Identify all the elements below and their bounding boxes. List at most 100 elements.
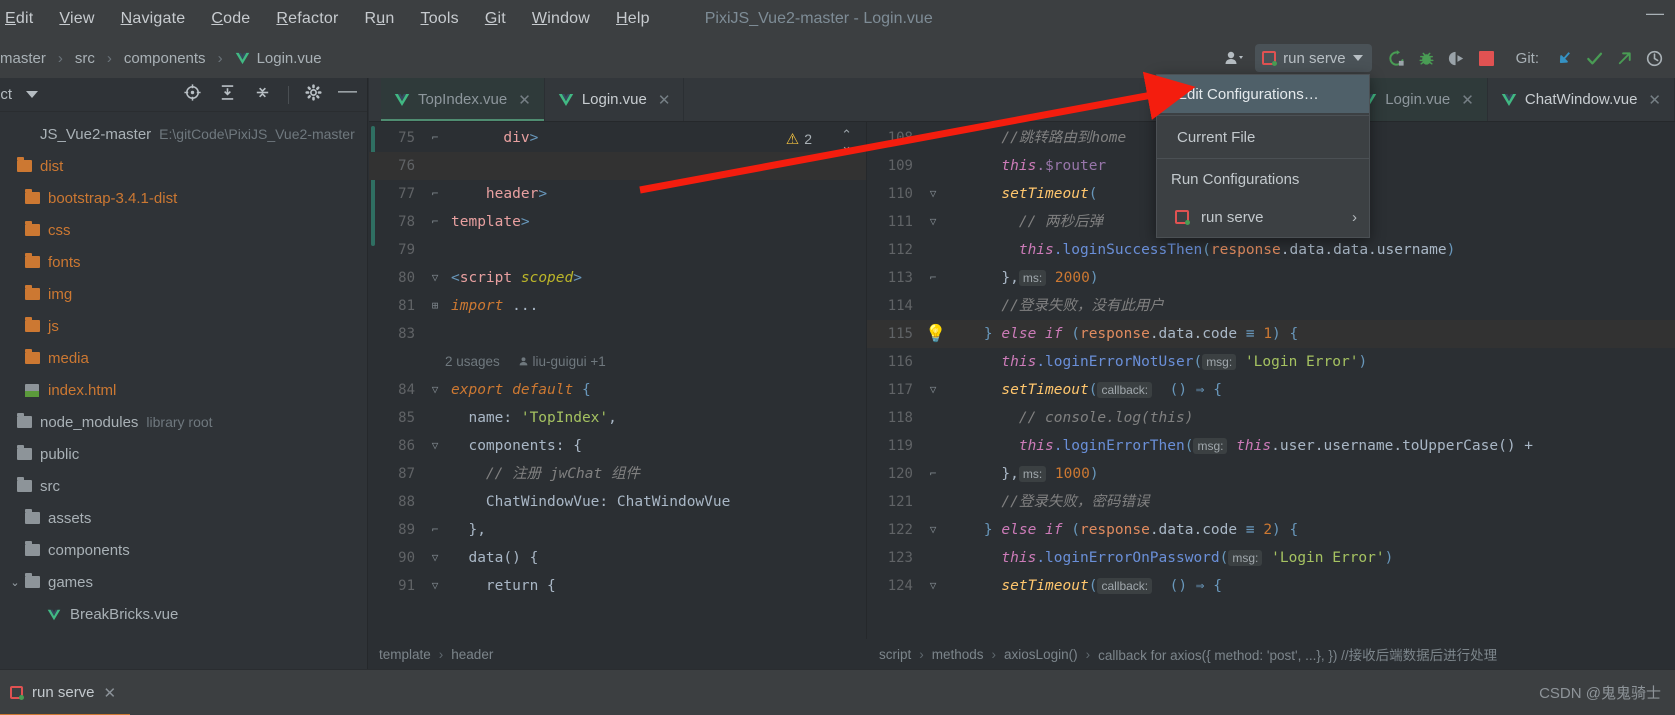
breadcrumb-item-login-vue[interactable]: Login.vue	[235, 50, 322, 67]
breadcrumb-item[interactable]: methods	[932, 647, 984, 662]
menu-item-edit-configurations[interactable]: Edit Configurations…	[1157, 75, 1369, 113]
tree-node-assets[interactable]: assets	[0, 502, 367, 534]
close-icon[interactable]: ✕	[104, 684, 117, 702]
breadcrumb-item[interactable]: template	[379, 647, 431, 662]
folder-icon	[24, 253, 40, 268]
menu-refactor[interactable]: Refactor	[263, 0, 351, 38]
code-fold-marker[interactable]: ▽	[923, 516, 943, 544]
code-vision-usages[interactable]: 2 usages liu-guigui +1	[369, 348, 866, 376]
tree-node-src[interactable]: src	[0, 470, 367, 502]
usages-count[interactable]: 2 usages	[445, 348, 500, 376]
inspection-warning-badge[interactable]: ⚠ 2	[786, 130, 812, 148]
project-tree: JS_Vue2-master E:\gitCode\PixiJS_Vue2-mas…	[0, 112, 367, 630]
run-with-coverage-icon[interactable]	[1442, 43, 1472, 73]
code-fold-marker[interactable]: ⌐	[425, 124, 445, 152]
close-icon[interactable]: ✕	[1461, 91, 1474, 109]
menu-view[interactable]: View	[46, 0, 107, 38]
code-fold-marker[interactable]: ▽	[425, 376, 445, 404]
tool-window-tab-run[interactable]: run serve ✕	[0, 670, 130, 715]
code-line: 91 ▽ return {	[369, 572, 866, 600]
tree-node-js[interactable]: js	[0, 310, 367, 342]
tree-node-public[interactable]: public	[0, 438, 367, 470]
code-fold-marker[interactable]: ▽	[923, 180, 943, 208]
breadcrumb-item-components[interactable]: components	[124, 50, 206, 67]
debug-icon[interactable]	[1412, 43, 1442, 73]
line-number: 86	[398, 438, 415, 454]
code-fold-marker[interactable]: ▽	[425, 432, 445, 460]
code-fold-marker[interactable]: ⌐	[923, 264, 943, 292]
hide-icon[interactable]: —	[338, 82, 357, 101]
code-line: 90 ▽ data() {	[369, 544, 866, 572]
tree-node-index-html[interactable]: index.html	[0, 374, 367, 406]
menu-item-run-serve[interactable]: run serve ›	[1157, 197, 1369, 237]
breadcrumb-item-master[interactable]: master	[0, 50, 46, 67]
collapse-all-icon[interactable]	[253, 83, 272, 106]
menu-git[interactable]: Git	[472, 0, 519, 38]
expand-all-icon[interactable]	[218, 83, 237, 106]
code-fold-marker[interactable]: ⌐	[425, 208, 445, 236]
breadcrumb-item[interactable]: axiosLogin()	[1004, 647, 1078, 662]
code-fold-marker[interactable]: ▽	[425, 264, 445, 292]
code-fold-marker[interactable]: ▽	[425, 544, 445, 572]
warning-triangle-icon: ⚠	[785, 131, 800, 148]
editor-tab-topindex-vue[interactable]: TopIndex.vue ✕	[381, 78, 545, 121]
tree-node-dist[interactable]: dist	[0, 150, 367, 182]
code-fold-marker[interactable]: ⊞	[425, 292, 445, 320]
close-icon[interactable]: ✕	[1648, 91, 1661, 109]
code-line: 114 //登录失败，没有此用户	[867, 292, 1675, 320]
menu-code[interactable]: Code	[198, 0, 263, 38]
tree-node-breakbricks-vue[interactable]: BreakBricks.vue	[0, 598, 367, 630]
tree-expand-arrow[interactable]: ⌄	[8, 576, 22, 589]
settings-gear-icon[interactable]	[305, 84, 322, 105]
menu-help[interactable]: Help	[603, 0, 663, 38]
code-fold-marker[interactable]: ▽	[923, 376, 943, 404]
account-icon[interactable]	[1215, 43, 1255, 73]
tree-node-js-vue2-master[interactable]: JS_Vue2-master E:\gitCode\PixiJS_Vue2-mas…	[0, 118, 367, 150]
stop-icon[interactable]	[1472, 43, 1502, 73]
history-icon[interactable]	[1639, 43, 1669, 73]
code-fold-marker[interactable]: ▽	[425, 572, 445, 600]
breadcrumb-item-src[interactable]: src	[75, 50, 95, 67]
menu-navigate[interactable]: Navigate	[108, 0, 199, 38]
chevron-down-icon[interactable]	[26, 91, 39, 98]
breadcrumb-item[interactable]: callback for axios({ method: 'post', ...…	[1098, 644, 1497, 664]
close-icon[interactable]: ✕	[658, 91, 671, 109]
menu-edit[interactable]: Edit	[0, 0, 46, 38]
code-fold-marker[interactable]: ▽	[923, 208, 943, 236]
locate-icon[interactable]	[183, 83, 202, 106]
inspection-nav-arrows[interactable]: ⌃ ⌄	[841, 128, 852, 152]
breadcrumb-item[interactable]: script	[879, 647, 911, 662]
code-text: export default {	[451, 382, 591, 398]
editor-tab-chatwindow-vue[interactable]: ChatWindow.vue ✕	[1488, 78, 1675, 121]
code-fold-marker[interactable]: ⌐	[425, 516, 445, 544]
usages-author[interactable]: liu-guigui +1	[518, 348, 606, 376]
code-fold-marker[interactable]: ⌐	[923, 460, 943, 488]
code-fold-marker[interactable]: ⌐	[425, 180, 445, 208]
menu-item-current-file[interactable]: Current File	[1157, 118, 1369, 156]
minimize-button[interactable]: —	[1643, 4, 1667, 26]
run-configuration-selector[interactable]: run serve	[1255, 44, 1372, 72]
code-editor-left[interactable]: 75 ⌐ div> 76 77 ⌐ header> 78 ⌐ template> 79 80 ▽ <s…	[369, 122, 866, 600]
menu-window[interactable]: Window	[519, 0, 603, 38]
menu-run[interactable]: Run	[352, 0, 408, 38]
editor-tab-login-vue[interactable]: Login.vue ✕	[545, 78, 685, 121]
intention-bulb-icon[interactable]: 💡	[925, 320, 946, 348]
breadcrumb-item[interactable]: header	[451, 647, 493, 662]
tree-node-components[interactable]: components	[0, 534, 367, 566]
code-fold-marker[interactable]: ▽	[923, 572, 943, 600]
update-project-icon[interactable]	[1549, 43, 1579, 73]
tree-node-fonts[interactable]: fonts	[0, 246, 367, 278]
menu-tools[interactable]: Tools	[407, 0, 471, 38]
tree-node-games[interactable]: ⌄ games	[0, 566, 367, 598]
tree-node-img[interactable]: img	[0, 278, 367, 310]
commit-icon[interactable]	[1579, 43, 1609, 73]
tree-node-node-modules[interactable]: node_modules library root	[0, 406, 367, 438]
tree-node-suffix: E:\gitCode\PixiJS_Vue2-master	[159, 126, 355, 142]
push-icon[interactable]	[1609, 43, 1639, 73]
tab-label: TopIndex.vue	[418, 91, 508, 108]
close-icon[interactable]: ✕	[518, 91, 531, 109]
rerun-icon[interactable]	[1382, 43, 1412, 73]
tree-node-media[interactable]: media	[0, 342, 367, 374]
tree-node-bootstrap-3-4-1-dist[interactable]: bootstrap-3.4.1-dist	[0, 182, 367, 214]
tree-node-css[interactable]: css	[0, 214, 367, 246]
